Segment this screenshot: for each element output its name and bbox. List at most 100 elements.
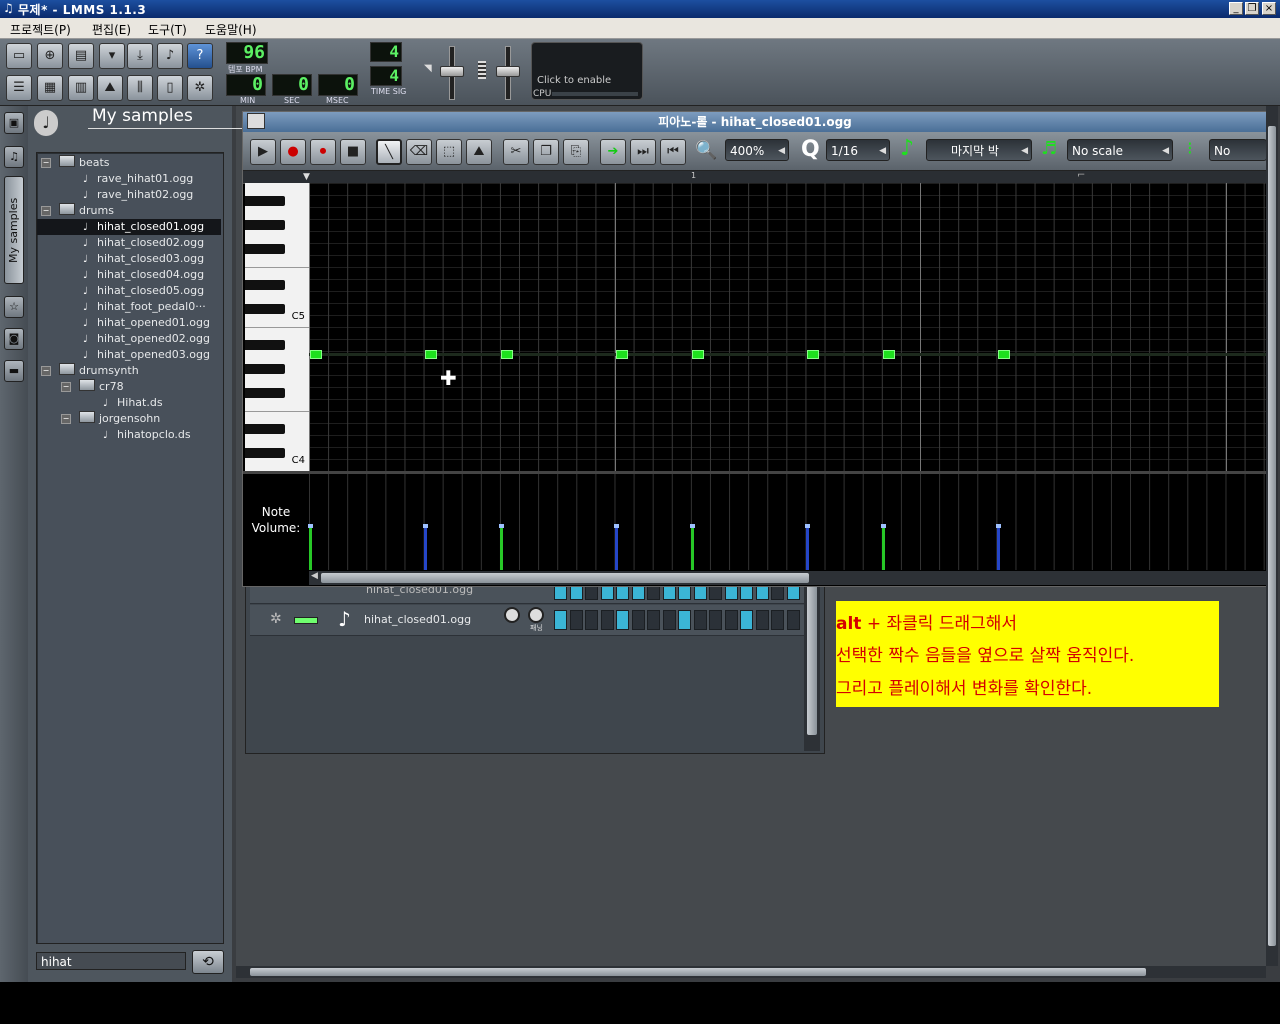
- step-button[interactable]: [554, 610, 567, 630]
- tree-file[interactable]: ♩ rave_hihat02.ogg: [37, 187, 221, 203]
- note-volume-bar[interactable]: [804, 524, 810, 570]
- note-volume-area[interactable]: Note Volume:: [243, 474, 1267, 570]
- step-button[interactable]: [724, 610, 738, 630]
- record-step-icon[interactable]: ⏭: [630, 139, 656, 165]
- track-activity-led[interactable]: [294, 617, 318, 624]
- menu-help[interactable]: 도움말(H): [205, 21, 257, 38]
- tempo-display[interactable]: 96: [226, 42, 268, 64]
- export-icon[interactable]: ♪: [157, 43, 183, 69]
- step-button[interactable]: [740, 610, 753, 630]
- bb-track-name[interactable]: hihat_closed01.ogg: [364, 613, 471, 626]
- step-button[interactable]: [709, 610, 722, 630]
- time-sig-denominator[interactable]: 4: [370, 66, 402, 86]
- note-volume-handle[interactable]: [613, 524, 619, 528]
- new-from-template-icon[interactable]: ⊕: [37, 43, 63, 69]
- panning-knob[interactable]: [528, 607, 544, 623]
- select-mode-icon[interactable]: ⬚: [436, 139, 462, 165]
- step-button[interactable]: [616, 610, 629, 630]
- tree-file[interactable]: ♩ hihat_foot_pedal0···: [37, 299, 221, 315]
- rewind-icon[interactable]: ⏮: [660, 139, 686, 165]
- menu-tools[interactable]: 도구(T): [148, 21, 187, 38]
- black-key[interactable]: [245, 424, 285, 434]
- note-volume-bar[interactable]: [690, 524, 695, 570]
- note[interactable]: [997, 350, 1010, 359]
- menu-project[interactable]: 프로젝트(P): [10, 21, 71, 38]
- collapse-icon[interactable]: −: [41, 206, 51, 216]
- save-project-icon[interactable]: ⤓: [127, 43, 153, 69]
- song-editor-icon[interactable]: ☰: [6, 75, 32, 101]
- record-while-playing-icon[interactable]: ⏺: [310, 139, 336, 165]
- cpu-graph[interactable]: Click to enable CPU: [531, 42, 643, 100]
- refresh-icon[interactable]: ⟲: [192, 950, 224, 974]
- close-button[interactable]: ×: [1262, 2, 1276, 15]
- tree-file[interactable]: ♩ hihat_closed01.ogg: [37, 219, 221, 235]
- tree-file[interactable]: ♩ Hihat.ds: [37, 395, 221, 411]
- recent-projects-icon[interactable]: ▾: [99, 43, 125, 69]
- chord-combo[interactable]: No chord: [1209, 139, 1267, 161]
- piano-roll-horizontal-scrollbar[interactable]: ◀: [309, 571, 1267, 585]
- note-volume-handle[interactable]: [499, 524, 504, 528]
- note[interactable]: [692, 350, 704, 359]
- bb-vertical-scrollbar[interactable]: [804, 581, 820, 751]
- search-input[interactable]: hihat: [36, 952, 186, 970]
- piano-keyboard[interactable]: C4 C5: [245, 183, 309, 472]
- play-icon[interactable]: ▶: [250, 139, 276, 165]
- tree-folder[interactable]: − jorgensohn: [37, 411, 221, 427]
- workspace-vertical-scrollbar[interactable]: [1266, 106, 1278, 966]
- master-pitch-knob[interactable]: [496, 66, 520, 77]
- zoom-combo[interactable]: 400% ◀: [725, 139, 789, 161]
- scroll-left-icon[interactable]: ◀: [311, 571, 318, 581]
- menu-edit[interactable]: 편집(E): [92, 21, 131, 38]
- detune-mode-icon[interactable]: ⛰: [466, 139, 492, 165]
- black-key[interactable]: [245, 304, 285, 314]
- stop-icon[interactable]: ■: [340, 139, 366, 165]
- note-volume-grid[interactable]: [308, 474, 1267, 570]
- tree-file[interactable]: ♩ hihat_opened03.ogg: [37, 347, 221, 363]
- note-volume-handle[interactable]: [804, 524, 810, 528]
- workspace-horizontal-thumb[interactable]: [250, 968, 1146, 976]
- step-button[interactable]: [678, 610, 691, 630]
- collapse-icon[interactable]: −: [61, 414, 71, 424]
- tree-folder[interactable]: − cr78: [37, 379, 221, 395]
- tree-folder[interactable]: − drumsynth: [37, 363, 221, 379]
- collapse-icon[interactable]: −: [41, 366, 51, 376]
- erase-mode-icon[interactable]: ⌫: [406, 139, 432, 165]
- note-length-combo[interactable]: 마지막 박 ◀: [926, 139, 1032, 161]
- track-gear-icon[interactable]: ✲: [270, 611, 282, 627]
- black-key[interactable]: [245, 280, 285, 290]
- project-notes-icon[interactable]: ▯: [157, 75, 183, 101]
- copy-icon[interactable]: ❐: [533, 139, 559, 165]
- step-button[interactable]: [647, 610, 660, 630]
- minimize-button[interactable]: _: [1229, 2, 1243, 15]
- controller-rack-icon[interactable]: ✲: [187, 75, 213, 101]
- instrument-plugins-icon[interactable]: ▣: [4, 112, 24, 134]
- note[interactable]: [615, 350, 628, 359]
- note-volume-handle[interactable]: [881, 524, 886, 528]
- scale-combo[interactable]: No scale ◀: [1067, 139, 1173, 161]
- step-button[interactable]: [786, 610, 800, 630]
- piano-roll-scroll-thumb[interactable]: [321, 573, 809, 583]
- step-button[interactable]: [631, 610, 645, 630]
- note[interactable]: [883, 350, 895, 359]
- bb-track-row[interactable]: ✲ ♪ hihat_closed01.ogg 패닝: [250, 605, 804, 636]
- my-presets-icon[interactable]: ☆: [4, 296, 24, 318]
- new-project-icon[interactable]: ▭: [6, 43, 32, 69]
- black-key[interactable]: [245, 244, 285, 254]
- tab-my-samples[interactable]: My samples: [4, 176, 24, 284]
- note-volume-bar[interactable]: [613, 524, 619, 570]
- black-key[interactable]: [245, 448, 285, 458]
- automation-editor-icon[interactable]: ⛰: [97, 75, 123, 101]
- black-key[interactable]: [245, 364, 285, 374]
- collapse-icon[interactable]: −: [61, 382, 71, 392]
- master-volume-knob[interactable]: [440, 66, 464, 77]
- tree-file[interactable]: ♩ hihat_closed04.ogg: [37, 267, 221, 283]
- root-directory-icon[interactable]: ▬: [4, 360, 24, 382]
- tree-file[interactable]: ♩ hihat_opened02.ogg: [37, 331, 221, 347]
- tree-file[interactable]: ♩ hihat_closed03.ogg: [37, 251, 221, 267]
- volume-knob[interactable]: [504, 607, 520, 623]
- note-volume-bar[interactable]: [422, 524, 428, 570]
- note-volume-bar[interactable]: [308, 524, 313, 570]
- help-icon[interactable]: ?: [187, 43, 213, 69]
- step-button[interactable]: [585, 610, 598, 630]
- playhead-marker-icon[interactable]: ▼: [303, 172, 310, 182]
